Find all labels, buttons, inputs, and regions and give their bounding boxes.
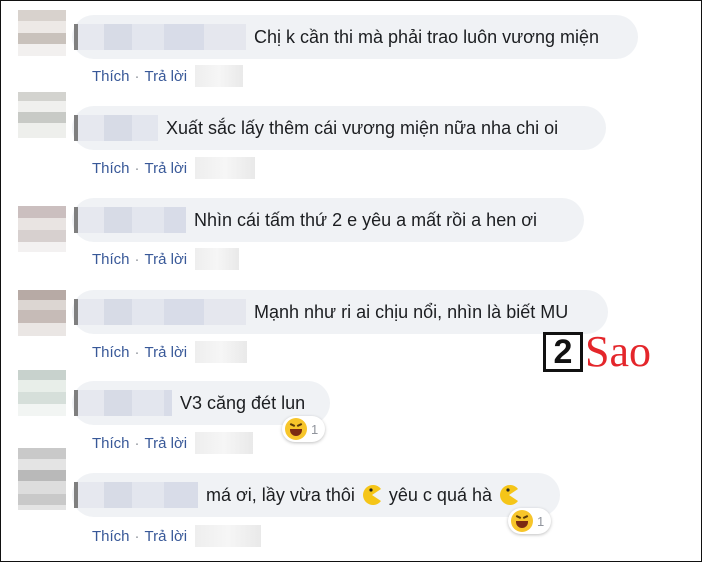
comment-text: Nhìn cái tấm thứ 2 e yêu a mất rồi a hen…	[194, 209, 538, 230]
reply-link[interactable]: Trả lời	[145, 68, 188, 85]
commenter-name-blurred[interactable]	[74, 482, 198, 508]
reply-link[interactable]: Trả lời	[145, 344, 188, 361]
commenter-name-blurred[interactable]	[74, 390, 172, 416]
like-link[interactable]: Thích	[92, 528, 130, 545]
avatar[interactable]	[18, 448, 66, 510]
timestamp-blurred[interactable]	[195, 341, 248, 363]
logo-word: Sao	[585, 327, 651, 376]
commenter-name-blurred[interactable]	[74, 207, 186, 233]
comment-text-part-2: yêu c quá hà	[388, 484, 492, 505]
comment-bubble: Mạnh như ri ai chịu nổi, nhìn là biết MU	[72, 290, 608, 334]
pacman-emoji-icon	[362, 485, 381, 505]
timestamp-blurred[interactable]	[195, 525, 262, 547]
separator-dot: ·	[134, 527, 140, 545]
comment-text: Chị k cần thi mà phải trao luôn vương mi…	[254, 26, 600, 47]
avatar[interactable]	[18, 92, 66, 138]
comment-bubble: Nhìn cái tấm thứ 2 e yêu a mất rồi a hen…	[72, 198, 584, 242]
like-link[interactable]: Thích	[92, 160, 130, 177]
timestamp-blurred[interactable]	[195, 432, 254, 454]
reaction-badge[interactable]: 1	[508, 508, 552, 534]
comment-text: V3 căng đét lun	[180, 392, 306, 413]
reaction-count: 1	[311, 421, 319, 437]
comment-actions: Thích · Trả lời	[92, 65, 244, 87]
separator-dot: ·	[134, 434, 140, 452]
reply-link[interactable]: Trả lời	[145, 251, 188, 268]
timestamp-blurred[interactable]	[195, 65, 244, 87]
avatar[interactable]	[18, 370, 66, 416]
comment-text-part-1: má ơi, lầy vừa thôi	[206, 484, 355, 505]
2sao-watermark-logo: 2 Sao	[543, 330, 651, 374]
reaction-badge[interactable]: 1	[282, 416, 326, 442]
pacman-emoji-icon	[499, 485, 518, 505]
like-link[interactable]: Thích	[92, 344, 130, 361]
commenter-name-blurred[interactable]	[74, 115, 158, 141]
comment-text: Mạnh như ri ai chịu nổi, nhìn là biết MU	[254, 301, 569, 322]
separator-dot: ·	[134, 343, 140, 361]
reaction-count: 1	[537, 513, 545, 529]
reply-link[interactable]: Trả lời	[145, 160, 188, 177]
commenter-name-blurred[interactable]	[74, 299, 246, 325]
comment-bubble: Chị k cần thi mà phải trao luôn vương mi…	[72, 15, 638, 59]
comment-text: Xuất sắc lấy thêm cái vương miện nữa nha…	[166, 117, 559, 138]
comment-actions: Thích · Trả lời	[92, 157, 256, 179]
avatar[interactable]	[18, 206, 66, 252]
comment-bubble: má ơi, lầy vừa thôi yêu c quá hà	[72, 473, 560, 517]
like-link[interactable]: Thích	[92, 251, 130, 268]
timestamp-blurred[interactable]	[195, 157, 256, 179]
like-link[interactable]: Thích	[92, 68, 130, 85]
like-link[interactable]: Thích	[92, 435, 130, 452]
commenter-name-blurred[interactable]	[74, 24, 246, 50]
comment-actions: Thích · Trả lời	[92, 341, 248, 363]
reply-link[interactable]: Trả lời	[145, 435, 188, 452]
comment-actions: Thích · Trả lời	[92, 248, 240, 270]
comment-bubble: Xuất sắc lấy thêm cái vương miện nữa nha…	[72, 106, 606, 150]
separator-dot: ·	[134, 67, 140, 85]
separator-dot: ·	[134, 159, 140, 177]
comment-actions: Thích · Trả lời	[92, 525, 262, 547]
logo-digit-box: 2	[543, 332, 583, 372]
separator-dot: ·	[134, 250, 140, 268]
avatar[interactable]	[18, 10, 66, 56]
laughing-emoji-icon	[285, 418, 307, 440]
timestamp-blurred[interactable]	[195, 248, 240, 270]
laughing-emoji-icon	[511, 510, 533, 532]
reply-link[interactable]: Trả lời	[145, 528, 188, 545]
comment-actions: Thích · Trả lời	[92, 432, 254, 454]
avatar[interactable]	[18, 290, 66, 336]
